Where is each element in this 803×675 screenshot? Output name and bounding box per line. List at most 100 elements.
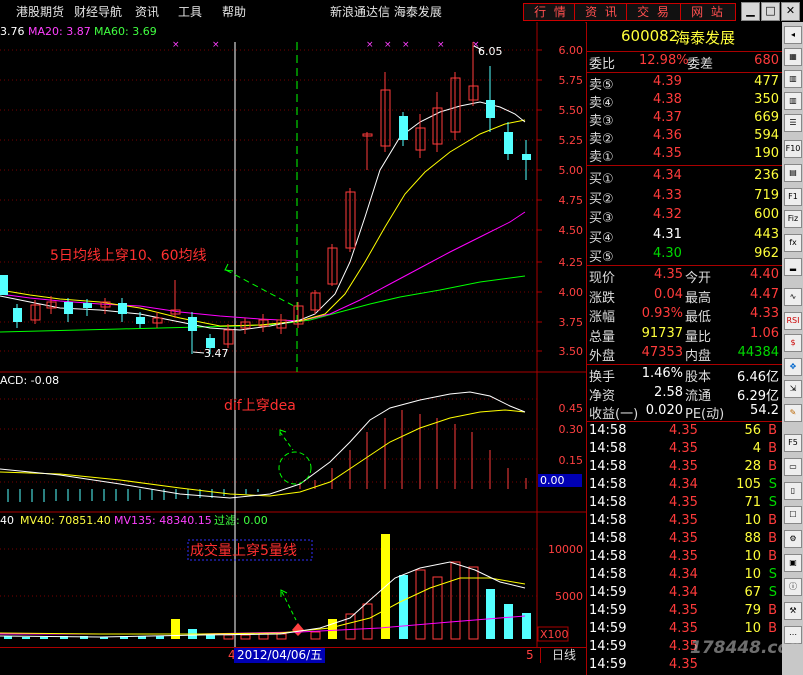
close-icon[interactable]: ✕ [781,2,800,21]
menu-item-tools[interactable]: 工具 [178,3,202,20]
app-title: 新浪通达信 海泰发展 [330,5,442,19]
trade-button[interactable]: 交 易 [626,3,682,21]
volume-tick: 5000 [555,590,583,603]
menu-item-news[interactable]: 资讯 [135,3,159,20]
buy-volume: 719 [754,187,779,203]
toolbar-fiz-icon[interactable]: Fiz [784,210,802,228]
quote-row: 14:58 4.35 56 B [587,423,783,441]
svg-text:×: × [212,40,220,50]
website-button[interactable]: 网 站 [680,3,736,21]
toolbar-bars2-icon[interactable]: ▥ [784,92,802,110]
toolbar-layers-icon[interactable]: ▣ [784,554,802,572]
quote-panel: 600082 海泰发展 委比 12.98% 委差 680 卖⑤ 4.39 477 卖④… [586,22,783,675]
stat-value: 0.93% [641,306,683,321]
toolbar-trend-icon[interactable]: ∿ [784,288,802,306]
stat-value: 91737 [641,325,683,341]
tick-price: 4.35 [669,441,698,456]
toolbar-fav-icon[interactable]: ☐ [784,506,802,524]
toolbar-move-icon[interactable]: ✥ [784,358,802,376]
menu-item-help[interactable]: 帮助 [222,3,246,20]
buy-volume: 600 [754,207,779,222]
filter-legend: 过滤: 0.00 [214,514,268,527]
tick-price: 4.35 [669,603,698,618]
tick-price: 4.35 [669,531,698,546]
toolbar-ruler-icon[interactable]: ▭ [784,458,802,476]
quote-row: 14:58 4.35 10 B [587,549,783,567]
chart-area[interactable]: 6.00 5.75 5.50 5.25 5.00 4.75 4.50 4.25 … [0,22,586,647]
volume-unit: X100 [540,628,569,641]
quote-row: 14:58 4.34 105 S [587,477,783,495]
toolbar-info-icon[interactable]: ⓘ [784,578,802,596]
period-selector[interactable]: 日线 [540,647,587,663]
toolbar-fx-icon[interactable]: fx [784,234,802,252]
tick-side: B [768,459,777,474]
toolbar-tool-icon[interactable]: ⚒ [784,602,802,620]
menu-item-hk-futures[interactable]: 港股期货 [16,3,64,20]
toolbar-f10-icon[interactable]: F10 [784,140,802,158]
tick-price: 4.34 [669,585,698,600]
tick-time: 14:58 [589,495,627,510]
macd-tick: 0.15 [559,454,584,467]
tick-side: B [768,423,777,438]
toolbar-list-icon[interactable]: ☰ [784,114,802,132]
quote-row: 买② 4.33 719 [587,187,783,207]
watermark: 178448.com [690,638,803,658]
tick-price: 4.34 [669,567,698,582]
current-date: 2012/04/06/五 [234,648,326,663]
quote-row: 14:58 4.35 10 B [587,513,783,531]
minimize-icon[interactable]: ▁ [741,2,760,21]
quote-row: 现价 4.35 今开 4.40 [587,267,783,286]
quote-row: 买① 4.34 236 [587,168,783,187]
tick-price: 4.35 [669,657,698,672]
svg-text:×: × [366,40,374,50]
toolbar-bars-icon[interactable]: ▥ [784,70,802,88]
volume-tick: 10000 [548,543,583,556]
toolbar-back-icon[interactable]: ◂ [784,26,802,44]
tick-volume: 10 [744,621,761,636]
menu-item-finance-nav[interactable]: 财经导航 [74,3,122,20]
toolbar-grid-icon[interactable]: ▦ [784,48,802,66]
tick-price: 4.35 [669,423,698,438]
macd-zero-label: 0.00 [540,474,565,487]
quote-row: 卖① 4.35 190 [587,146,783,165]
toolbar-chart-icon[interactable]: ▂ [784,258,802,276]
ma20-legend: MA20: 3.87 [28,25,91,38]
price-tick: 3.75 [559,316,584,329]
tick-side: B [768,513,777,528]
stat-label: 股本 [685,370,712,385]
quote-row: 买③ 4.32 600 [587,207,783,226]
toolbar-dollar-icon[interactable]: $ [784,334,802,352]
stat-value: 6.46亿 [737,370,779,385]
stat-value: 1.06 [750,325,779,341]
buy-volume: 962 [754,246,779,261]
quote-row: 14:58 4.35 4 B [587,441,783,459]
sell-price: 4.39 [653,74,682,89]
toolbar-rsi-icon[interactable]: RSI [784,312,802,330]
toolbar-f5-icon[interactable]: F5 [784,434,802,452]
quote-row: 买⑤ 4.30 962 [587,246,783,265]
tick-volume: 67 [744,585,761,600]
price-tick: 4.00 [559,286,584,299]
tick-price: 4.35 [669,495,698,510]
tick-time: 14:58 [589,441,627,456]
stat-label: 现价 [589,271,616,286]
tick-price: 4.35 [669,549,698,564]
maximize-icon[interactable]: □ [761,2,780,21]
tick-price: 4.35 [669,621,698,636]
toolbar-doc-icon[interactable]: ▤ [784,164,802,182]
wei-cha-label: 委差 [687,57,714,72]
svg-text:×: × [384,40,392,50]
toolbar-f1-icon[interactable]: F1 [784,188,802,206]
sell-price: 4.35 [653,146,682,161]
toolbar-settings-icon[interactable]: ⚙ [784,530,802,548]
price-tick: 5.50 [559,104,584,117]
stat-value: 2.58 [654,384,683,400]
toolbar-fold-icon[interactable]: ▯ [784,482,802,500]
news-button[interactable]: 资 讯 [574,3,630,21]
toolbar-export-icon[interactable]: ⇲ [784,380,802,398]
stock-code: 600082 [621,27,679,45]
price-tick: 5.25 [559,134,584,147]
quotes-button[interactable]: 行 情 [523,3,579,21]
sell-price: 4.36 [653,128,682,143]
toolbar-pen-icon[interactable]: ✎ [784,404,802,422]
